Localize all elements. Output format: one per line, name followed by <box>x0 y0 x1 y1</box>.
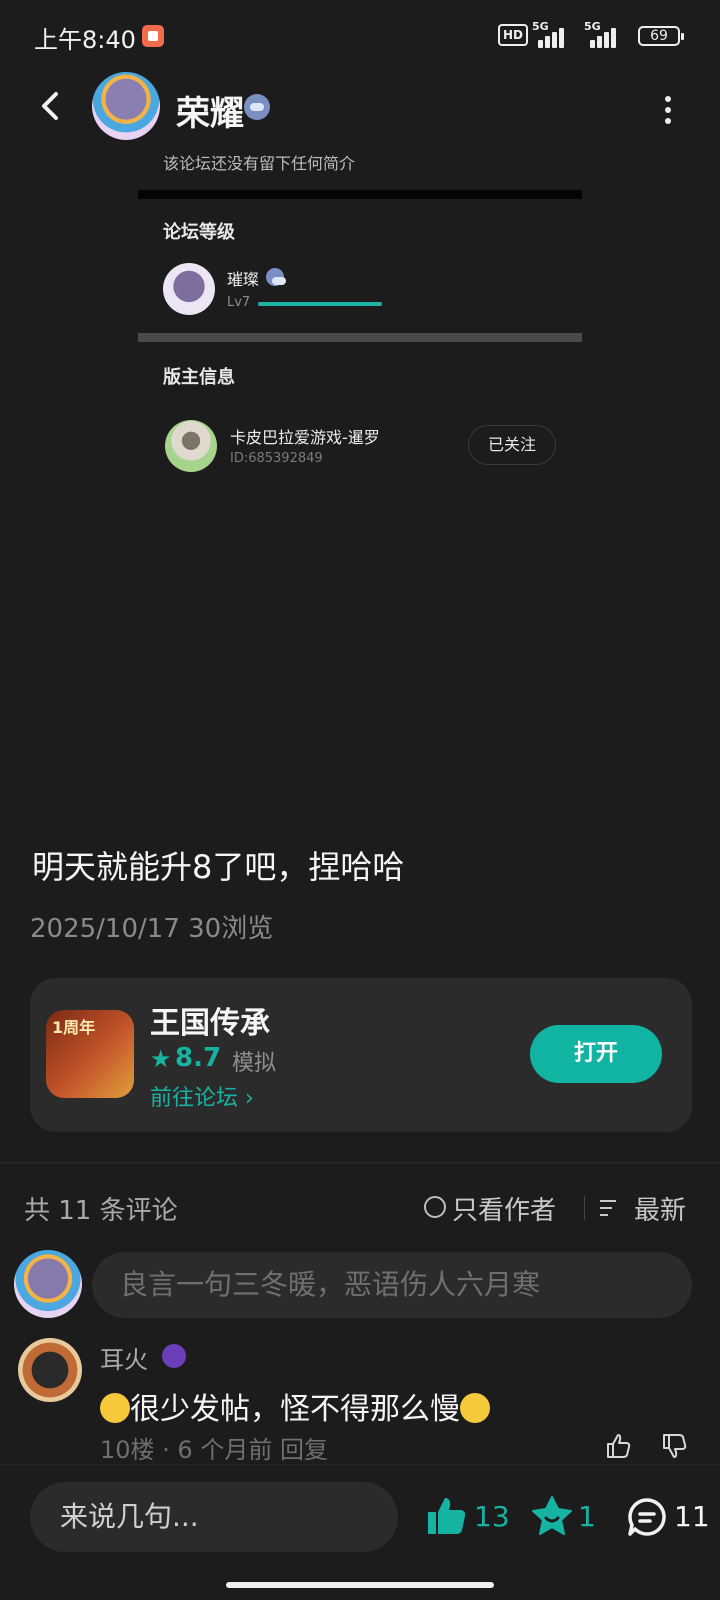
comment-body: 很少发帖，怪不得那么慢 <box>130 1392 460 1427</box>
anniversary-tag: 1周年 <box>52 1018 96 1037</box>
sort-latest[interactable]: 最新 <box>634 1190 686 1227</box>
screen-record-icon <box>142 25 164 47</box>
radio-circle-icon[interactable] <box>424 1196 446 1218</box>
signal-icon-2 <box>582 24 618 48</box>
forum-intro: 该论坛还没有留下任何简介 <box>163 154 356 173</box>
crying-emoji-icon <box>100 1393 130 1423</box>
rank-user-avatar[interactable] <box>163 263 215 315</box>
gamepad-badge-icon <box>244 94 270 120</box>
follow-button[interactable]: 已关注 <box>468 425 556 465</box>
commenter-avatar[interactable] <box>18 1338 82 1402</box>
gamepad-badge-icon <box>266 268 286 286</box>
star-icon: ★ <box>150 1045 172 1073</box>
hd-voice-icon: HD <box>498 24 528 46</box>
comment-bubble-icon[interactable] <box>626 1496 668 1538</box>
comment-input[interactable]: 良言一句三冬暖，恶语伤人六月寒 <box>92 1252 692 1318</box>
moderator-section-title: 版主信息 <box>163 367 235 388</box>
status-time: 上午8:40 <box>34 26 136 54</box>
rank-level: Lv7 <box>227 295 251 310</box>
reply-input[interactable]: 来说几句... <box>30 1482 398 1552</box>
comment-meta[interactable]: 10楼 · 6 个月前 回复 <box>100 1430 328 1465</box>
comment-text: 很少发帖，怪不得那么慢 <box>100 1384 490 1428</box>
commenter-name[interactable]: 耳火 <box>100 1340 148 1375</box>
filter-divider <box>584 1196 585 1220</box>
forum-avatar[interactable] <box>92 72 160 140</box>
moderator-avatar[interactable] <box>165 420 217 472</box>
section-divider <box>138 333 582 342</box>
battery-icon: 69 <box>638 26 684 46</box>
level-section-title: 论坛等级 <box>163 222 235 243</box>
comment-count: 共 11 条评论 <box>24 1196 178 1226</box>
moderator-id: ID:685392849 <box>230 451 323 466</box>
user-badge-icon <box>162 1344 186 1368</box>
my-avatar <box>14 1250 82 1318</box>
back-arrow-icon[interactable] <box>34 88 70 124</box>
goto-forum-link[interactable]: 前往论坛 › <box>150 1080 254 1112</box>
thumbs-down-icon[interactable] <box>660 1432 688 1460</box>
section-divider <box>138 190 582 199</box>
forum-title: 荣耀 <box>176 94 244 134</box>
only-author-filter[interactable]: 只看作者 <box>452 1190 556 1227</box>
game-score: 8.7 <box>175 1043 222 1073</box>
favorite-star-icon[interactable] <box>530 1494 574 1538</box>
signal-icon <box>530 24 566 48</box>
rank-user-name[interactable]: 璀璨 <box>227 266 259 290</box>
thumbs-up-icon[interactable] <box>604 1432 632 1460</box>
comment-count-bottom: 11 <box>674 1500 710 1533</box>
divider <box>0 1162 720 1164</box>
open-game-button[interactable]: 打开 <box>530 1025 662 1083</box>
moderator-name[interactable]: 卡皮巴拉爱游戏-暹罗 <box>230 424 380 448</box>
like-count: 13 <box>474 1500 510 1533</box>
like-icon[interactable] <box>424 1494 468 1538</box>
favorite-count: 1 <box>578 1500 596 1533</box>
crying-emoji-icon <box>460 1393 490 1423</box>
status-bar: 上午8:40 HD 5G 5G 69 <box>0 0 720 70</box>
post-content: 明天就能升8了吧，捏哈哈 <box>32 848 405 886</box>
game-genre: 模拟 <box>232 1051 277 1076</box>
level-progress-bar <box>258 302 382 306</box>
game-name[interactable]: 王国传承 <box>150 998 270 1042</box>
post-meta: 2025/10/17 30浏览 <box>30 914 274 944</box>
more-vertical-icon[interactable] <box>664 96 672 124</box>
home-indicator[interactable] <box>226 1582 494 1588</box>
sort-icon[interactable] <box>600 1198 620 1218</box>
